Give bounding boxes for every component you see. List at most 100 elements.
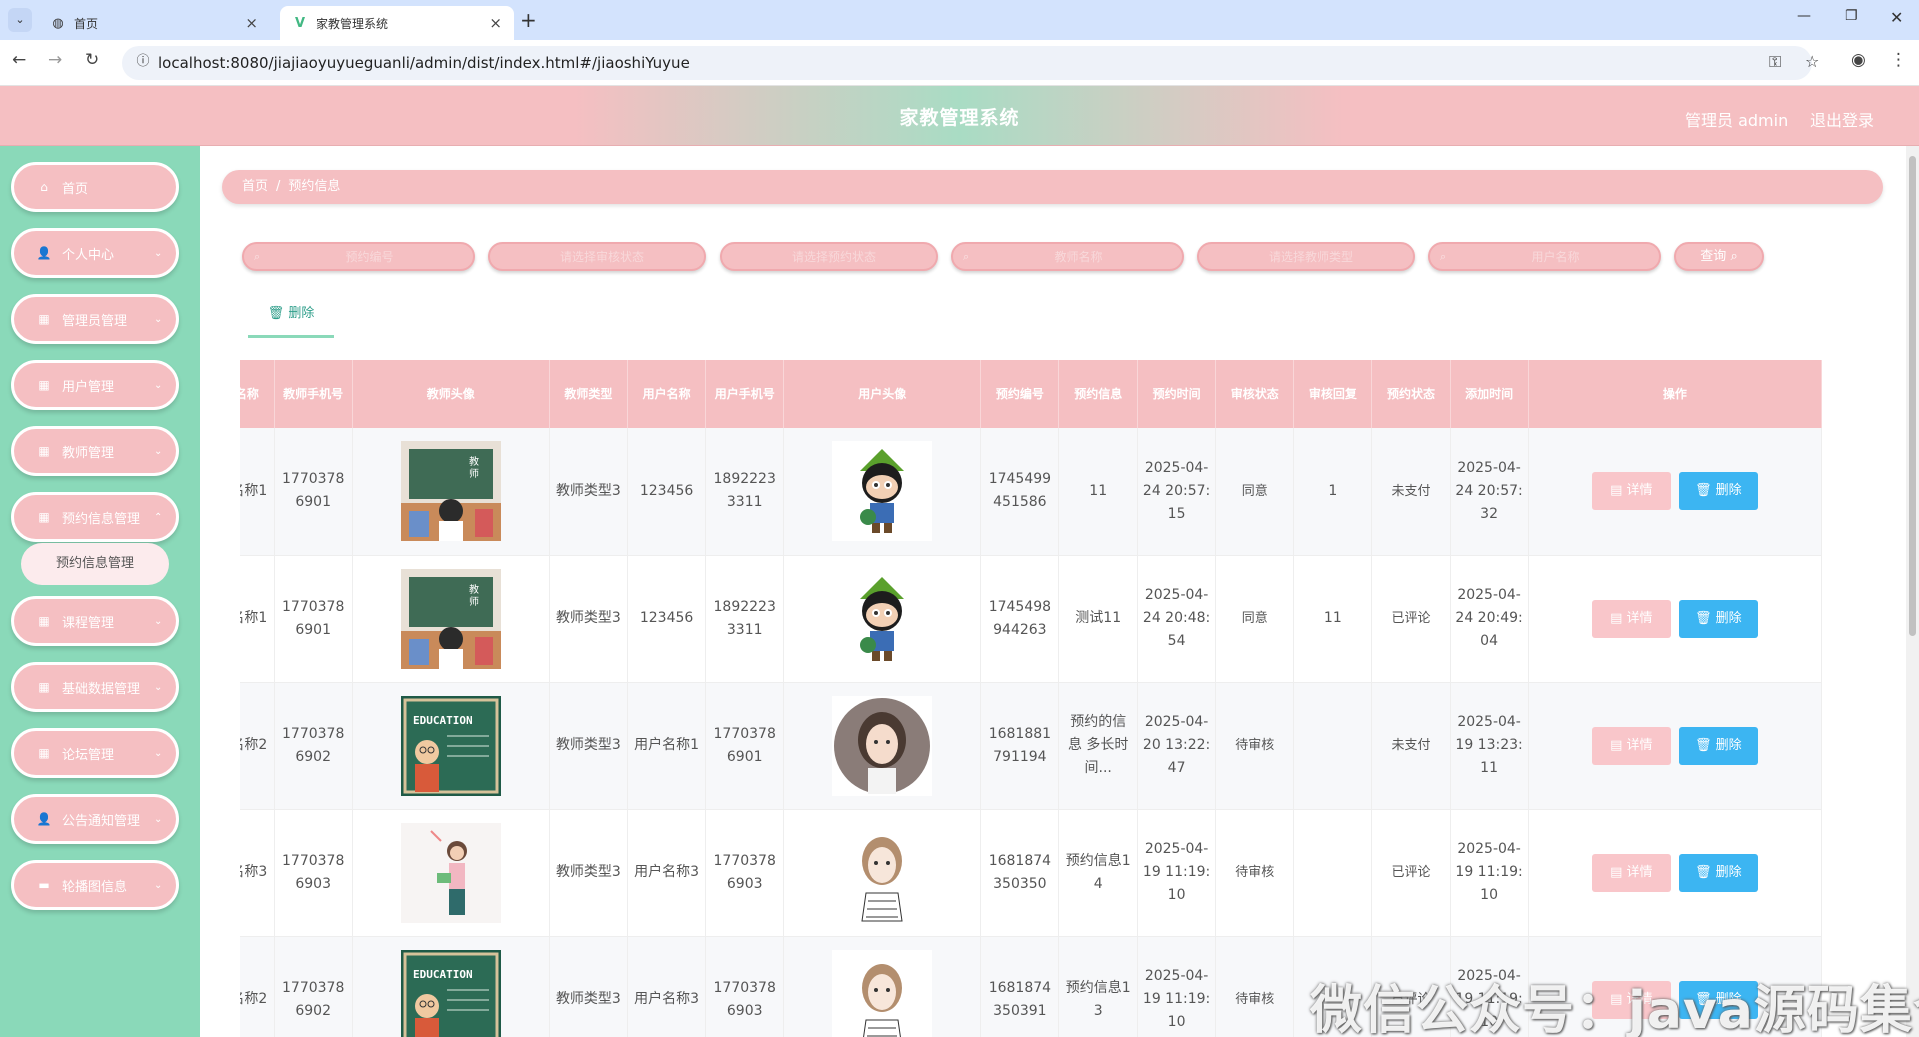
bookmark-star-icon[interactable]: ☆ <box>1805 52 1819 71</box>
column-header: 预约时间 <box>1137 360 1217 428</box>
reload-button[interactable]: ↻ <box>85 50 99 70</box>
document-icon: ▤ <box>1610 864 1623 880</box>
sidebar-item-carousel[interactable]: ▬ 轮播图信息 ⌄ <box>11 860 179 910</box>
password-key-icon[interactable]: ⚿ <box>1769 52 1781 72</box>
url-text[interactable]: localhost:8080/jiajiaoyuyueguanli/admin/… <box>158 54 690 72</box>
sidebar-item-users[interactable]: ▦ 用户管理 ⌄ <box>11 360 179 410</box>
query-button[interactable]: 查询 ⌕ <box>1674 242 1764 271</box>
cell-teacher-avatar: 教师 <box>352 428 550 556</box>
education-chalkboard-image[interactable]: EDUCATION <box>400 695 501 796</box>
cell-review-status: 待审核 <box>1215 936 1295 1037</box>
review-status-select[interactable]: 请选择审核状态 <box>488 242 706 271</box>
detail-button[interactable]: ▤ 详情 <box>1591 472 1671 511</box>
cell-user-phone: 17703786901 <box>705 682 785 810</box>
query-label: 查询 <box>1700 249 1727 264</box>
detail-button[interactable]: ▤ 详情 <box>1591 599 1671 638</box>
address-bar[interactable]: ⓘ localhost:8080/jiajiaoyuyueguanli/admi… <box>122 46 1819 80</box>
browser-tab-home[interactable]: ◍ 首页 × <box>38 6 270 40</box>
sidebar-item-bookings[interactable]: ▦ 预约信息管理 ⌃ <box>11 492 179 542</box>
cell-user-phone: 18922233311 <box>705 428 785 556</box>
teacher-classroom-image[interactable]: 教师 <box>400 441 501 542</box>
scrollbar-thumb[interactable] <box>1909 156 1916 636</box>
app-title: 家教管理系统 <box>899 107 1020 129</box>
table-row: 教师名称117703786901教师教师类型312345618922233311… <box>240 555 1823 683</box>
teacher-name-search-input[interactable]: ⌕ 教师名称 <box>951 242 1184 271</box>
sidebar-item-profile[interactable]: 👤 个人中心 ⌄ <box>11 228 179 278</box>
delete-button[interactable]: 🗑 删除 <box>1678 599 1758 638</box>
teacher-woman-image[interactable] <box>400 822 501 923</box>
cell-user-name: 123456 <box>627 428 707 556</box>
cell-booking-info: 预约的信息 多长时间... <box>1058 682 1139 810</box>
sidebar-item-forum[interactable]: ▦ 论坛管理 ⌄ <box>11 728 179 778</box>
girl-sketch-image[interactable] <box>832 822 933 923</box>
sidebar-item-label: 课程管理 <box>62 615 115 631</box>
booking-status-select[interactable]: 请选择预约状态 <box>720 242 938 271</box>
trash-icon: 🗑 <box>1694 483 1712 499</box>
watermark: 微信公众号：java源码集合 <box>1310 981 1919 1037</box>
profile-icon[interactable]: ◉ <box>1851 50 1866 70</box>
delete-button[interactable]: 🗑 删除 <box>1678 853 1758 892</box>
grid-icon: ▦ <box>38 444 50 458</box>
forward-button[interactable]: → <box>48 50 62 70</box>
tab-search-button[interactable]: ⌄ <box>8 8 32 32</box>
back-button[interactable]: ← <box>12 50 26 70</box>
new-tab-button[interactable]: + <box>520 8 537 32</box>
detail-label: 详情 <box>1626 610 1653 626</box>
cell-review-status: 待审核 <box>1215 682 1295 810</box>
girl-sketch-image[interactable] <box>832 949 933 1037</box>
batch-delete-button[interactable]: 🗑 删除 <box>248 298 334 338</box>
column-header: 审核回复 <box>1293 360 1373 428</box>
teacher-classroom-image[interactable]: 教师 <box>400 568 501 669</box>
sidebar-item-home[interactable]: ⌂ 首页 <box>11 162 179 212</box>
cell-teacher-phone: 17703786902 <box>274 682 353 810</box>
browser-tab-active[interactable]: V 家教管理系统 × <box>280 6 514 40</box>
girl-portrait-image[interactable] <box>832 695 933 796</box>
cell-actions: ▤ 详情 🗑 删除 <box>1528 428 1823 556</box>
sidebar-item-courses[interactable]: ▦ 课程管理 ⌄ <box>11 596 179 646</box>
cell-booking-time: 2025-04-24 20:57:15 <box>1137 428 1217 556</box>
cell-booking-info: 测试11 <box>1058 555 1139 683</box>
site-info-icon[interactable]: ⓘ <box>134 53 152 71</box>
delete-label: 删除 <box>1715 737 1742 753</box>
booking-no-search-input[interactable]: ⌕ 预约编号 <box>242 242 475 271</box>
cell-user-phone: 17703786903 <box>705 936 785 1037</box>
teacher-type-select[interactable]: 请选择教师类型 <box>1197 242 1415 271</box>
restore-button[interactable]: ❐ <box>1845 8 1858 24</box>
search-placeholder: 预约编号 <box>345 250 394 264</box>
sidebar-item-base-data[interactable]: ▦ 基础数据管理 ⌄ <box>11 662 179 712</box>
close-icon[interactable]: × <box>489 14 502 32</box>
delete-button[interactable]: 🗑 删除 <box>1678 472 1758 511</box>
detail-button[interactable]: ▤ 详情 <box>1591 853 1671 892</box>
chevron-down-icon: ⌄ <box>154 879 163 891</box>
page-scrollbar[interactable] <box>1906 146 1919 1037</box>
menu-kebab-icon[interactable]: ⋮ <box>1890 50 1907 70</box>
search-placeholder: 教师名称 <box>1054 250 1103 264</box>
chevron-down-icon: ⌄ <box>154 379 163 391</box>
sidebar-subitem-bookings[interactable]: 预约信息管理 <box>21 543 169 585</box>
sidebar-item-notices[interactable]: 👤 公告通知管理 ⌄ <box>11 794 179 844</box>
sidebar-item-teachers[interactable]: ▦ 教师管理 ⌄ <box>11 426 179 476</box>
user-name-search-input[interactable]: ⌕ 用户名称 <box>1428 242 1661 271</box>
logout-link[interactable]: 退出登录 <box>1810 107 1874 131</box>
detail-button[interactable]: ▤ 详情 <box>1591 726 1671 765</box>
breadcrumb-home[interactable]: 首页 <box>242 179 268 194</box>
octocat-avatar-image[interactable] <box>832 441 933 542</box>
cell-review-reply <box>1293 809 1373 937</box>
education-chalkboard-image[interactable]: EDUCATION <box>400 949 501 1037</box>
grid-icon: ▦ <box>38 378 50 392</box>
cell-teacher-phone: 17703786901 <box>274 555 353 683</box>
sidebar-item-admins[interactable]: ▦ 管理员管理 ⌄ <box>11 294 179 344</box>
sidebar-item-label: 用户管理 <box>62 379 115 395</box>
close-icon[interactable]: × <box>245 14 258 32</box>
cell-user-phone: 18922233311 <box>705 555 785 683</box>
cell-teacher-name: 教师名称3 <box>240 809 275 937</box>
table-row: 教师名称317703786903教师类型3用户名称317703786903168… <box>240 809 1823 937</box>
booking-table-container: 教师名称 教师手机号 教师头像 教师类型 用户名称 用户手机号 用户头像 预约编… <box>240 360 1866 1037</box>
window-close-button[interactable]: ✕ <box>1890 8 1903 27</box>
delete-button[interactable]: 🗑 删除 <box>1678 726 1758 765</box>
column-header: 教师类型 <box>549 360 628 428</box>
minimize-button[interactable]: — <box>1797 8 1811 24</box>
column-header: 预约状态 <box>1371 360 1451 428</box>
cell-user-name: 用户名称1 <box>627 682 707 810</box>
octocat-avatar-image[interactable] <box>832 568 933 669</box>
